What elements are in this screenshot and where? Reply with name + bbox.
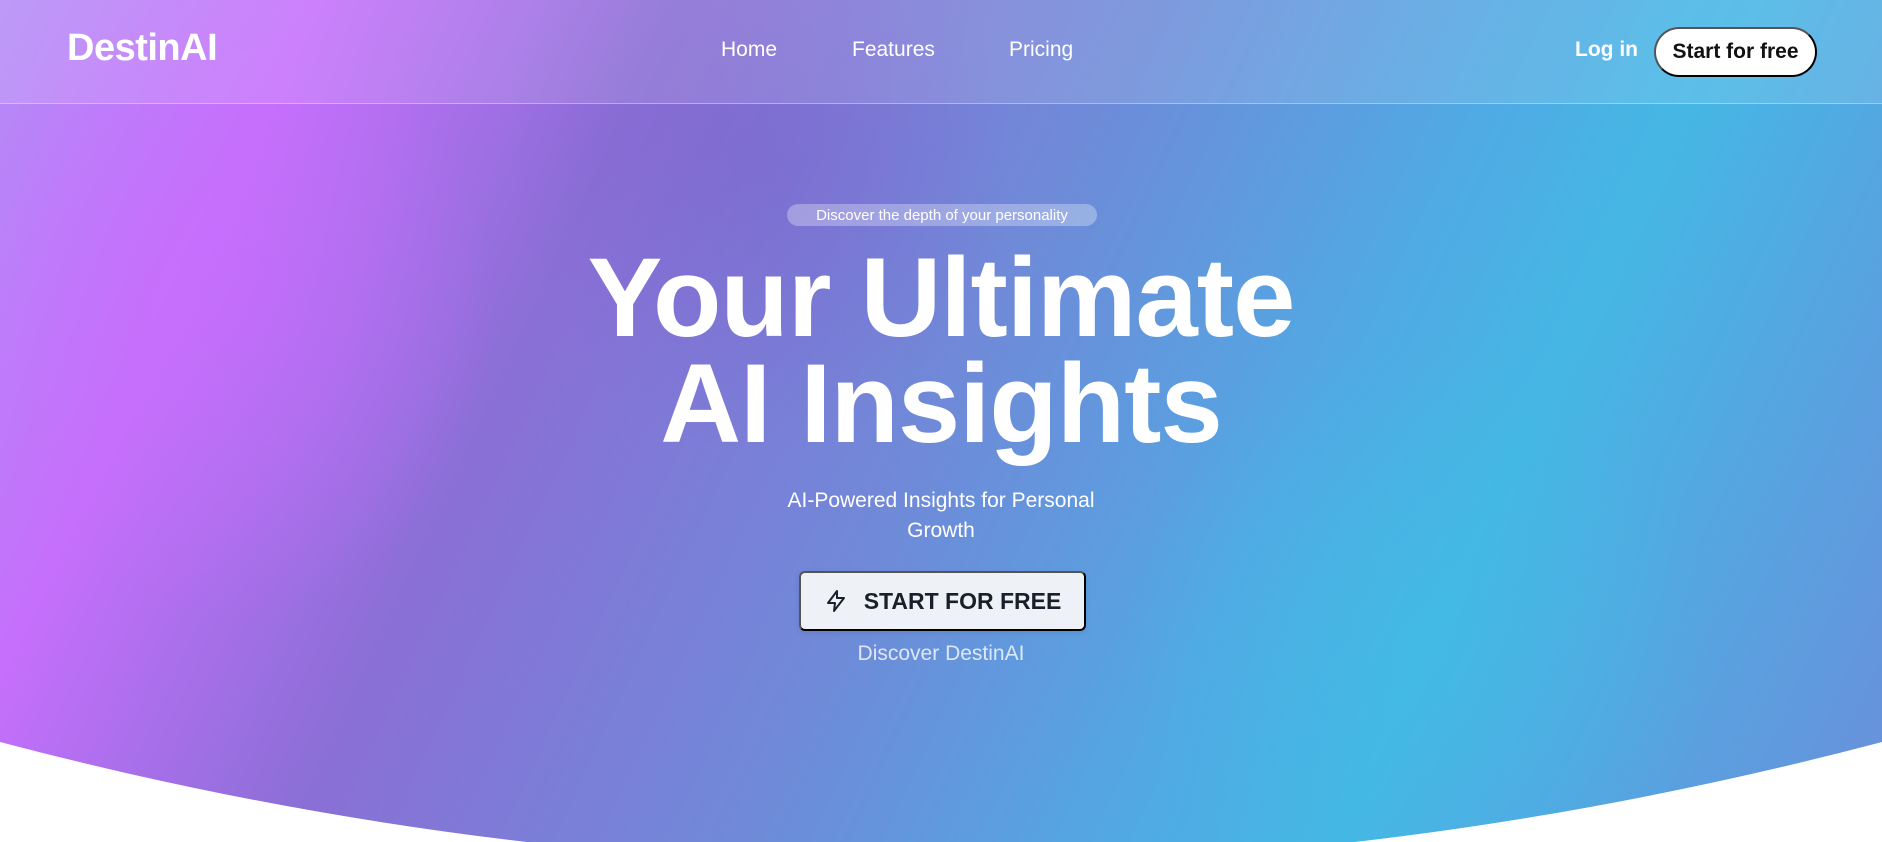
hero-headline: Your Ultimate AI Insights (0, 242, 1882, 460)
login-link[interactable]: Log in (1575, 38, 1638, 62)
bolt-icon (824, 589, 848, 613)
subtitle-line-2: Growth (907, 519, 975, 542)
nav-link-features[interactable]: Features (852, 38, 935, 62)
hero-start-free-button[interactable]: START FOR FREE (799, 571, 1086, 631)
start-free-button[interactable]: Start for free (1654, 27, 1817, 77)
landing-page: DestinAI Home Features Pricing Log in St… (0, 0, 1882, 842)
bottom-curve (0, 742, 1882, 842)
top-navigation: DestinAI Home Features Pricing Log in St… (0, 0, 1882, 104)
hero-badge: Discover the depth of your personality (787, 204, 1097, 226)
nav-link-home[interactable]: Home (721, 38, 777, 62)
headline-line-2: AI Insights (660, 341, 1222, 466)
hero-cta-label: START FOR FREE (863, 587, 1062, 614)
discover-link[interactable]: Discover DestinAI (0, 642, 1882, 666)
hero-subtitle: AI-Powered Insights for Personal Growth (741, 486, 1141, 546)
nav-link-pricing[interactable]: Pricing (1009, 38, 1073, 62)
subtitle-line-1: AI-Powered Insights for Personal (787, 489, 1095, 512)
